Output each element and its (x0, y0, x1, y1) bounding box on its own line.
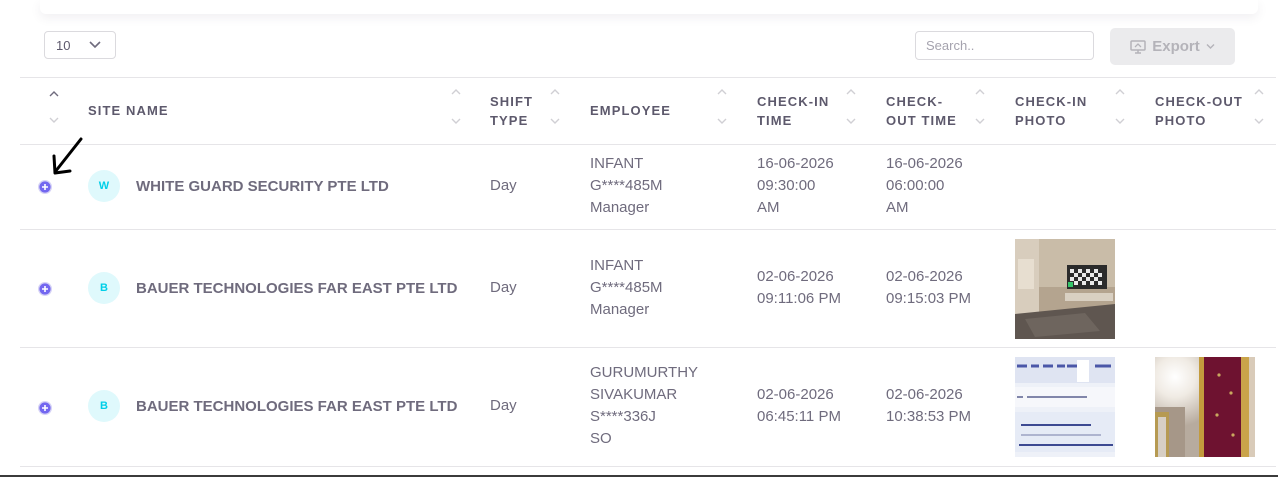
check-in-photo[interactable] (1015, 239, 1115, 339)
card-top-edge (40, 0, 1258, 14)
sort-control-control[interactable] (49, 90, 59, 123)
sort-control[interactable] (550, 88, 560, 124)
export-label: Export (1152, 38, 1200, 55)
check-in-date: 16-06-2026 (757, 155, 834, 172)
check-out-clock: 10:38:53 PM (886, 408, 972, 425)
header-label: Check-In (757, 94, 830, 109)
employee-name: INFANT (590, 257, 644, 274)
employee-id: G****485M (590, 177, 663, 194)
shift-type: Day (490, 177, 517, 194)
check-in-clock: 09:11:06 PM (757, 290, 841, 307)
header-label: Check-In (1015, 94, 1088, 109)
header-label: Photo (1155, 113, 1207, 128)
sort-control[interactable] (717, 88, 727, 124)
shift-type: Day (490, 279, 517, 296)
sort-control[interactable] (451, 88, 461, 124)
shift-type: Day (490, 397, 517, 414)
employee-cell: INFANT G****485M Manager (590, 255, 663, 321)
column-header-employee[interactable]: Employee (590, 101, 671, 120)
header-label: Type (490, 113, 529, 128)
check-in-clock: 06:45:11 PM (757, 408, 841, 425)
check-in-photo[interactable] (1015, 357, 1115, 457)
check-in-date: 02-06-2026 (757, 268, 834, 285)
header-label: Check- (886, 94, 944, 109)
check-out-clock: 09:15:03 PM (886, 290, 972, 307)
header-label: Shift (490, 94, 534, 109)
chevron-down-icon (89, 41, 101, 49)
header-label: Check-Out (1155, 94, 1243, 109)
table-top-border (20, 77, 1276, 78)
employee-role: SO (590, 430, 612, 447)
check-out-date: 02-06-2026 (886, 386, 963, 403)
chevron-down-icon (1206, 44, 1215, 49)
annotation-arrow-icon (52, 137, 83, 175)
expand-row-icon[interactable] (38, 180, 52, 194)
check-in-time: 02-06-2026 06:45:11 PM (757, 384, 841, 428)
check-in-time: 02-06-2026 09:11:06 PM (757, 266, 841, 310)
check-in-ampm: AM (757, 199, 780, 216)
header-label: Out Time (886, 113, 957, 128)
sort-control[interactable] (846, 88, 856, 124)
sort-control[interactable] (1254, 88, 1264, 124)
check-in-clock: 09:30:00 (757, 177, 816, 194)
expand-row-icon[interactable] (38, 401, 52, 415)
employee-id: S****336J (590, 408, 656, 425)
employee-last-name: SIVAKUMAR (590, 386, 678, 403)
check-in-time: 16-06-2026 09:30:00 AM (757, 153, 834, 219)
site-name: BAUER TECHNOLOGIES FAR EAST PTE LTD (136, 398, 458, 415)
column-header-shift-type[interactable]: Shift Type (490, 92, 533, 130)
employee-cell: GURUMURTHY SIVAKUMAR S****336J SO (590, 362, 698, 450)
check-out-clock: 06:00:00 (886, 177, 945, 194)
employee-cell: INFANT G****485M Manager (590, 153, 663, 219)
search-input[interactable] (915, 31, 1094, 60)
column-header-check-in-time[interactable]: Check-In Time (757, 92, 829, 130)
check-out-ampm: AM (886, 199, 909, 216)
employee-first-name: GURUMURTHY (590, 364, 699, 381)
page-length-value: 10 (56, 37, 71, 53)
column-header-site-name[interactable]: Site Name (88, 101, 169, 120)
avatar: B (88, 272, 120, 304)
column-header-check-in-photo[interactable]: Check-In Photo (1015, 92, 1087, 130)
row-divider (20, 347, 1276, 348)
row-divider (20, 466, 1276, 467)
column-header-check-out-time[interactable]: Check- Out Time (886, 92, 957, 130)
check-out-time: 02-06-2026 10:38:53 PM (886, 384, 971, 428)
sort-control[interactable] (975, 88, 985, 124)
check-out-date: 02-06-2026 (886, 268, 963, 285)
row-divider (20, 229, 1276, 230)
employee-role: Manager (590, 301, 650, 318)
check-out-time: 16-06-2026 06:00:00 AM (886, 153, 963, 219)
export-button[interactable]: Export (1110, 28, 1235, 65)
check-in-date: 02-06-2026 (757, 386, 834, 403)
site-name: BAUER TECHNOLOGIES FAR EAST PTE LTD (136, 280, 458, 297)
avatar: W (88, 170, 120, 202)
header-label: Time (757, 113, 793, 128)
check-out-photo[interactable] (1155, 357, 1255, 457)
check-out-date: 16-06-2026 (886, 155, 963, 172)
header-divider (20, 144, 1276, 145)
monitor-share-icon (1130, 39, 1146, 54)
header-label: Photo (1015, 113, 1067, 128)
employee-id: G****485M (590, 279, 663, 296)
header-label: Employee (590, 103, 672, 118)
avatar: B (88, 390, 120, 422)
expand-row-icon[interactable] (38, 282, 52, 296)
site-name: WHITE GUARD SECURITY PTE LTD (136, 178, 389, 195)
page-length-select[interactable]: 10 (44, 31, 116, 59)
employee-role: Manager (590, 199, 650, 216)
header-label: Site Name (88, 103, 169, 118)
employee-name: INFANT (590, 155, 644, 172)
column-header-check-out-photo[interactable]: Check-Out Photo (1155, 92, 1243, 130)
check-out-time: 02-06-2026 09:15:03 PM (886, 266, 971, 310)
sort-control[interactable] (1115, 88, 1125, 124)
